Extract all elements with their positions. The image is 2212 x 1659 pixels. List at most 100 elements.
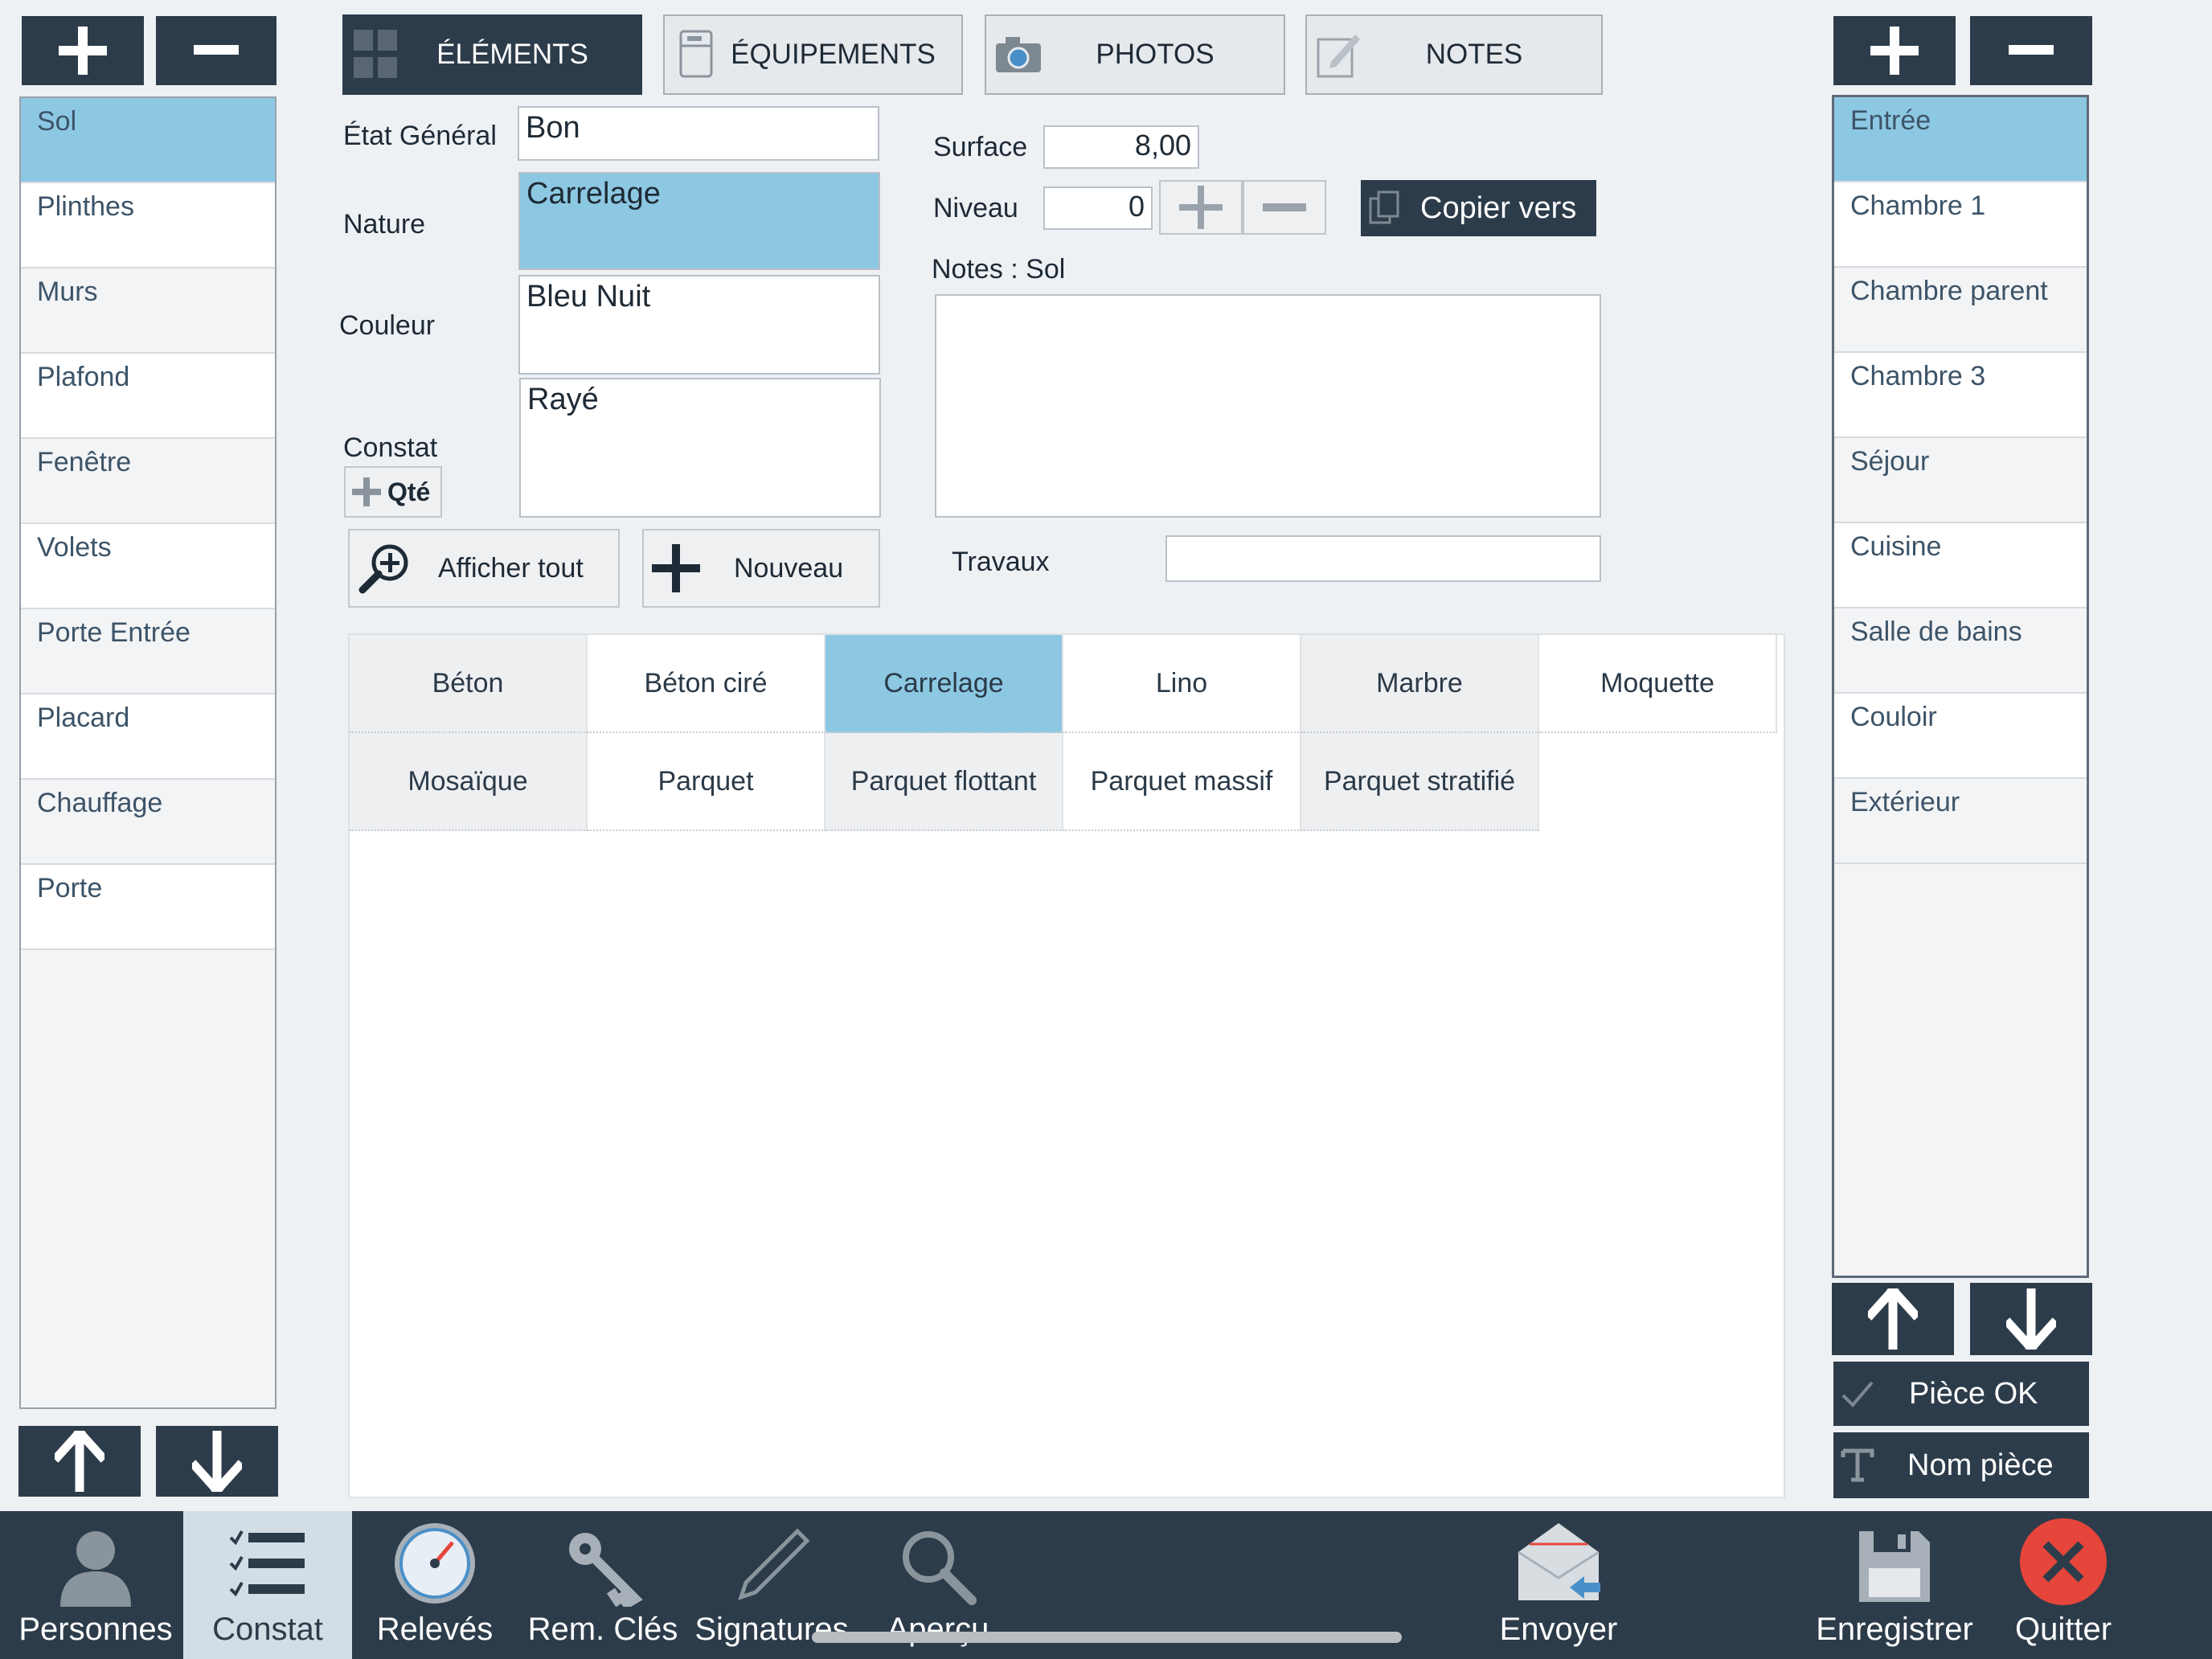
copy-icon (1369, 190, 1399, 224)
plus-icon (59, 27, 107, 75)
magnifier-icon (903, 1531, 977, 1605)
option-button[interactable]: Béton ciré (588, 635, 825, 733)
element-list-item[interactable]: Chauffage (21, 780, 275, 865)
nav-enregistrer[interactable]: Enregistrer (1810, 1511, 1979, 1659)
camera-icon (986, 14, 1051, 95)
nav-rem-cles[interactable]: Rem. Clés (518, 1511, 687, 1659)
nav-label: Relevés (376, 1612, 494, 1647)
element-list-item[interactable]: Porte (21, 865, 275, 950)
tab-label: ÉLÉMENTS (436, 39, 588, 70)
room-move-up-button[interactable] (1832, 1283, 1954, 1355)
tab-photos[interactable]: PHOTOS (985, 14, 1285, 95)
floppy-icon (1859, 1531, 1930, 1602)
niveau-increment-button[interactable] (1159, 180, 1243, 235)
etat-field[interactable]: Bon (518, 106, 879, 161)
room-list-item[interactable]: Extérieur (1834, 779, 2087, 864)
nom-piece-label: Nom pièce (1907, 1448, 2054, 1482)
niveau-field[interactable]: 0 (1043, 186, 1153, 230)
nouveau-button[interactable]: Nouveau (642, 529, 880, 608)
add-element-button[interactable] (22, 16, 144, 85)
tab-notes[interactable]: NOTES (1305, 14, 1603, 95)
niveau-decrement-button[interactable] (1243, 180, 1326, 235)
option-button[interactable]: Carrelage (825, 635, 1063, 733)
element-list-item[interactable]: Volets (21, 524, 275, 609)
element-list[interactable]: Sol Plinthes Murs Plafond Fenêtre Volets Porte… (19, 96, 276, 1409)
nav-label: Envoyer (1499, 1612, 1618, 1647)
envelope-icon (1518, 1523, 1600, 1600)
checklist-icon (229, 1530, 305, 1597)
plus-icon (652, 544, 700, 592)
room-list-item[interactable]: Séjour (1834, 438, 2087, 523)
move-up-button[interactable] (18, 1426, 141, 1497)
nom-piece-button[interactable]: Nom pièce (1833, 1432, 2089, 1498)
option-button[interactable]: Moquette (1539, 635, 1777, 733)
copier-vers-button[interactable]: Copier vers (1361, 180, 1596, 236)
nav-releves[interactable]: Relevés (350, 1511, 519, 1659)
room-list-item[interactable]: Cuisine (1834, 523, 2087, 608)
remove-element-button[interactable] (156, 16, 276, 85)
option-button[interactable]: Parquet (588, 733, 825, 831)
surface-field[interactable]: 8,00 (1043, 125, 1199, 169)
room-move-down-button[interactable] (1970, 1283, 2092, 1355)
check-icon (1841, 1381, 1874, 1407)
tab-equipements[interactable]: ÉQUIPEMENTS (663, 14, 963, 95)
option-button[interactable]: Marbre (1301, 635, 1539, 733)
niveau-label: Niveau (933, 193, 1018, 223)
room-list-item[interactable]: Chambre 3 (1834, 353, 2087, 438)
element-list-item[interactable]: Plafond (21, 354, 275, 439)
minus-icon (194, 45, 239, 55)
plus-icon (352, 477, 381, 506)
tab-label: NOTES (1425, 39, 1523, 70)
nav-label: Personnes (18, 1612, 173, 1647)
constat-field[interactable]: Rayé (519, 378, 881, 518)
plus-icon (1870, 27, 1919, 75)
element-list-item[interactable]: Fenêtre (21, 439, 275, 524)
element-list-item[interactable]: Porte Entrée (21, 609, 275, 694)
room-list-item[interactable]: Entrée (1834, 97, 2087, 182)
option-button[interactable]: Parquet stratifié (1301, 733, 1539, 831)
option-button[interactable]: Lino (1063, 635, 1301, 733)
arrow-up-icon (1868, 1288, 1918, 1350)
nature-field[interactable]: Carrelage (518, 172, 880, 270)
room-list-item[interactable]: Couloir (1834, 694, 2087, 779)
note-icon (1307, 14, 1371, 95)
option-button[interactable]: Mosaïque (350, 733, 588, 831)
grid-icon (344, 14, 408, 95)
option-button[interactable]: Parquet flottant (825, 733, 1063, 831)
etat-label: État Général (343, 121, 497, 151)
nav-label: Quitter (2014, 1612, 2112, 1647)
surface-label: Surface (933, 132, 1028, 162)
room-list-item[interactable]: Chambre parent (1834, 268, 2087, 353)
copier-vers-label: Copier vers (1420, 190, 1577, 225)
room-list[interactable]: Entrée Chambre 1 Chambre parent Chambre 3 Sé… (1832, 95, 2089, 1278)
element-list-item[interactable]: Sol (21, 98, 275, 183)
move-down-button[interactable] (156, 1426, 278, 1497)
notes-textarea[interactable] (935, 294, 1601, 518)
option-button[interactable]: Béton (350, 635, 588, 733)
element-list-item[interactable]: Plinthes (21, 183, 275, 268)
couleur-field[interactable]: Bleu Nuit (518, 275, 880, 375)
travaux-field[interactable] (1165, 535, 1601, 582)
qte-button[interactable]: Qté (344, 466, 442, 518)
tab-elements[interactable]: ÉLÉMENTS (342, 14, 642, 95)
nav-quitter[interactable]: Quitter (1979, 1511, 2148, 1659)
afficher-tout-label: Afficher tout (438, 552, 584, 584)
room-list-item[interactable]: Salle de bains (1834, 608, 2087, 694)
nav-constat[interactable]: Constat (183, 1511, 352, 1659)
minus-icon (2009, 45, 2054, 55)
option-button[interactable]: Parquet massif (1063, 733, 1301, 831)
remove-room-button[interactable] (1970, 16, 2092, 85)
element-list-item[interactable]: Placard (21, 694, 275, 780)
room-list-item[interactable]: Chambre 1 (1834, 182, 2087, 268)
element-list-item[interactable]: Murs (21, 268, 275, 354)
afficher-tout-button[interactable]: Afficher tout (348, 529, 620, 608)
piece-ok-button[interactable]: Pièce OK (1833, 1362, 2089, 1426)
tab-label: ÉQUIPEMENTS (731, 39, 936, 70)
nature-label: Nature (343, 209, 426, 240)
nav-envoyer[interactable]: Envoyer (1474, 1511, 1643, 1659)
nav-personnes[interactable]: Personnes (11, 1511, 180, 1659)
add-room-button[interactable] (1833, 16, 1956, 85)
arrow-down-icon (2006, 1288, 2056, 1350)
arrow-down-icon (192, 1431, 242, 1492)
piece-ok-label: Pièce OK (1909, 1376, 2038, 1411)
